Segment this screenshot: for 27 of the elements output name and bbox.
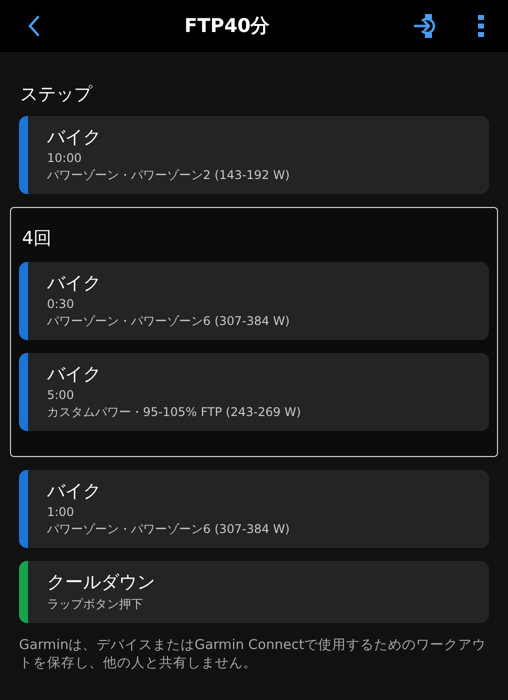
more-icon[interactable]	[478, 15, 484, 37]
step-target: ラップボタン押下	[47, 596, 144, 613]
section-title: ステップ	[20, 83, 94, 106]
step-target: パワーゾーン・パワーゾーン2 (143-192 W)	[47, 167, 290, 184]
footer-note: Garminは、デバイスまたはGarmin Connectで使用するためのワークアウトを保存し、他の人と共有しません。	[19, 637, 488, 672]
window-title: FTP40分	[184, 14, 270, 39]
step-target: カスタムパワー・95-105% FTP (243-269 W)	[47, 404, 301, 421]
repeat-block[interactable]: 4回 バイク 0:30 パワーゾーン・パワーゾーン6 (307-384 W) バイク 5:00 カスタムパワー・95-105% FTP (243-269 W)	[10, 207, 498, 457]
step-title: バイク	[47, 272, 102, 295]
step-title: バイク	[47, 480, 102, 503]
step-card[interactable]: バイク 1:00 パワーゾーン・パワーゾーン6 (307-384 W)	[19, 470, 489, 548]
step-card[interactable]: クールダウン ラップボタン押下	[19, 561, 489, 623]
step-title: バイク	[47, 363, 102, 386]
step-duration: 5:00	[47, 388, 75, 402]
step-title: バイク	[47, 126, 102, 149]
send-to-watch-icon[interactable]	[414, 13, 438, 39]
repeat-count: 4回	[22, 227, 52, 250]
step-card[interactable]: バイク 0:30 パワーゾーン・パワーゾーン6 (307-384 W)	[19, 262, 489, 340]
step-duration: 10:00	[47, 151, 83, 165]
step-title: クールダウン	[47, 571, 155, 594]
step-target: パワーゾーン・パワーゾーン6 (307-384 W)	[47, 313, 290, 330]
step-card[interactable]: バイク 5:00 カスタムパワー・95-105% FTP (243-269 W)	[19, 353, 489, 431]
step-target: パワーゾーン・パワーゾーン6 (307-384 W)	[47, 521, 290, 538]
step-card[interactable]: バイク 10:00 パワーゾーン・パワーゾーン2 (143-192 W)	[19, 116, 489, 194]
back-icon[interactable]	[28, 15, 40, 37]
step-duration: 0:30	[47, 297, 75, 311]
step-duration: 1:00	[47, 505, 75, 519]
